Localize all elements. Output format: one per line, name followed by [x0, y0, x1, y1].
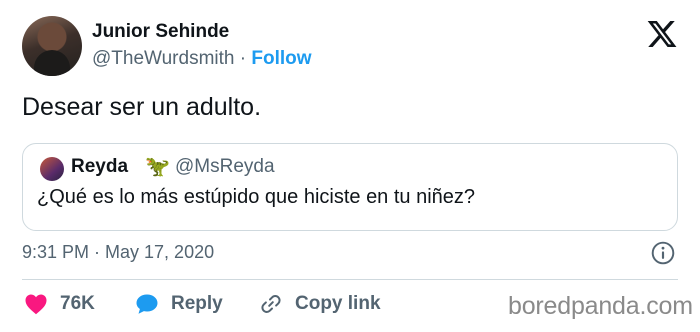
- handle-separator: ·: [239, 48, 247, 69]
- copy-link-label: Copy link: [295, 293, 381, 314]
- quoted-author-name: Reyda: [71, 156, 129, 177]
- link-icon: [261, 295, 281, 313]
- reply-label: Reply: [171, 293, 223, 314]
- tweet-timestamp[interactable]: 9:31 PM · May 17, 2020: [22, 242, 214, 263]
- quoted-tweet-text: ¿Qué es lo más estúpido que hiciste en t…: [37, 186, 476, 208]
- quoted-author-handle: @MsReyda: [175, 156, 275, 177]
- x-logo-icon[interactable]: [646, 18, 678, 50]
- quoted-tweet-card[interactable]: Reyda 🦖 @MsReyda ¿Qué es lo más estúpido…: [22, 143, 678, 231]
- heart-icon: [25, 294, 47, 315]
- dinosaur-emoji-icon: 🦖: [145, 156, 170, 178]
- like-count: 76K: [60, 293, 95, 314]
- info-icon[interactable]: [650, 240, 676, 266]
- copy-link-button[interactable]: Copy link: [259, 291, 381, 317]
- actions-divider: [22, 279, 678, 280]
- tweet-text: Desear ser un adulto.: [22, 93, 262, 121]
- like-button[interactable]: 76K: [24, 291, 95, 317]
- reply-button[interactable]: Reply: [135, 291, 223, 317]
- author-handle-row: @TheWurdsmith · Follow: [92, 48, 312, 70]
- author-handle[interactable]: @TheWurdsmith: [92, 48, 234, 69]
- quoted-avatar: [40, 157, 64, 181]
- follow-button[interactable]: Follow: [251, 48, 311, 69]
- boredpanda-watermark: boredpanda.com: [508, 292, 693, 320]
- speech-bubble-icon: [136, 294, 158, 314]
- author-avatar[interactable]: [22, 16, 82, 76]
- author-name[interactable]: Junior Sehinde: [92, 21, 229, 43]
